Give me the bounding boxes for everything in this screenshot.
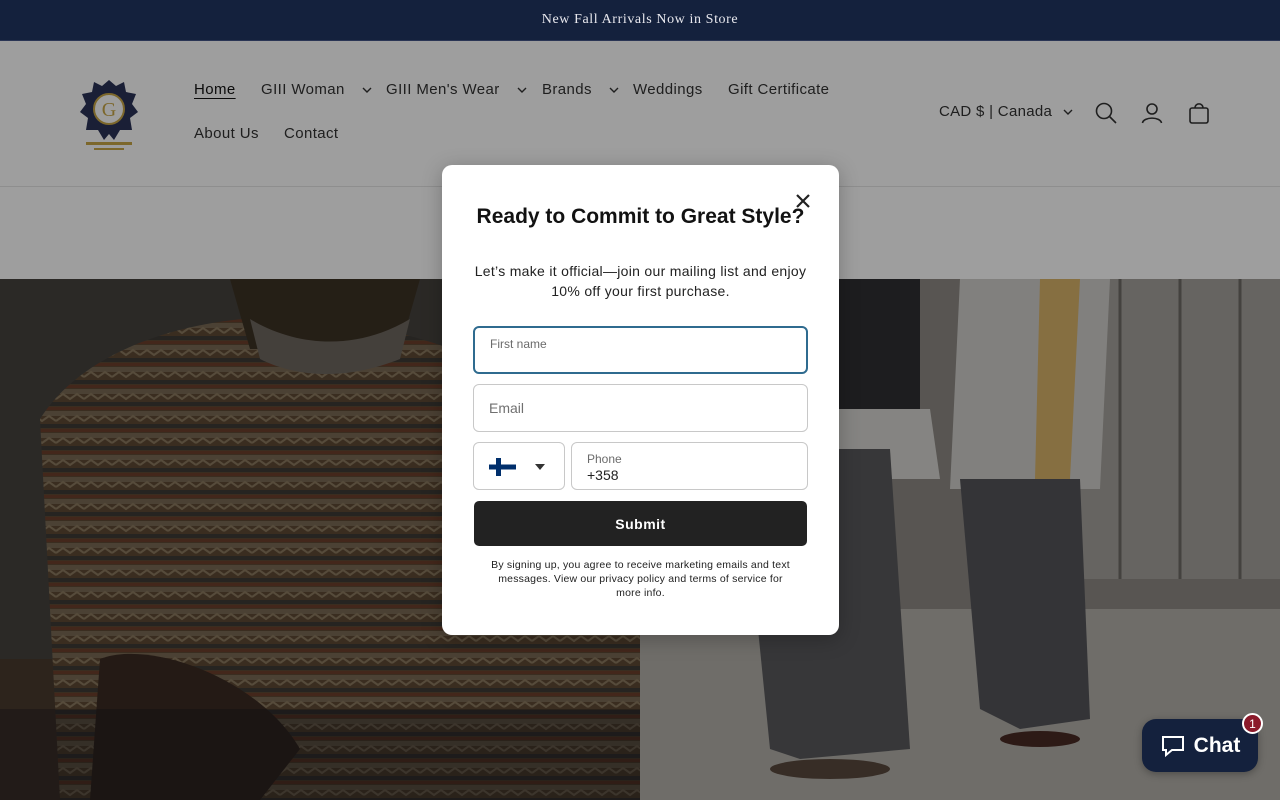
phone-value: +358: [587, 467, 619, 483]
caret-down-icon: [535, 464, 545, 470]
phone-field[interactable]: Phone +358: [571, 442, 808, 490]
email-placeholder: Email: [489, 400, 525, 416]
chat-label: Chat: [1193, 733, 1241, 757]
chat-button[interactable]: Chat: [1142, 719, 1258, 772]
chat-notification-badge: 1: [1242, 713, 1263, 734]
first-name-label: First name: [490, 337, 547, 351]
finland-flag-icon: [489, 458, 516, 476]
legal-disclaimer: By signing up, you agree to receive mark…: [491, 559, 790, 599]
announcement-bar: New Fall Arrivals Now in Store: [0, 0, 1280, 41]
submit-button[interactable]: Submit: [474, 501, 807, 546]
announcement-text: New Fall Arrivals Now in Store: [541, 12, 739, 27]
country-code-select[interactable]: [473, 442, 565, 490]
first-name-field[interactable]: First name: [473, 326, 808, 374]
first-name-input[interactable]: [489, 352, 789, 370]
modal-description: Let’s make it official—join our mailing …: [474, 263, 807, 299]
chat-bubble-icon: [1161, 735, 1184, 757]
modal-title: Ready to Commit to Great Style?: [476, 205, 805, 228]
email-field[interactable]: Email: [473, 384, 808, 432]
phone-label: Phone: [587, 452, 622, 466]
newsletter-modal: Ready to Commit to Great Style? Let’s ma…: [442, 165, 839, 635]
